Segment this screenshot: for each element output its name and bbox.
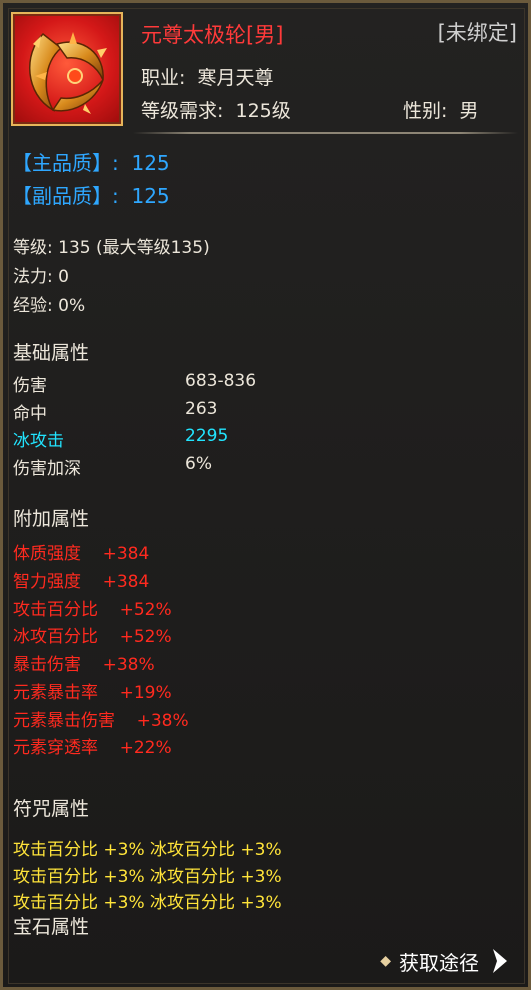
gender-value: 男 (459, 100, 479, 122)
item-level: 等级: 135 (最大等级135) (13, 238, 210, 258)
obtain-path-label: 获取途径 (399, 950, 479, 975)
level-req-row: 等级需求: 125级 (141, 96, 291, 123)
main-quality: 【主品质】: 125 (12, 147, 170, 176)
base-attr-name: 冰攻击 (13, 431, 64, 451)
base-attr-name: 命中 (13, 404, 47, 424)
class-row: 职业: 寒月天尊 (141, 63, 274, 90)
base-attr-name: 伤害加深 (13, 459, 81, 479)
extra-attrs-title: 附加属性 (13, 508, 90, 530)
sub-quality-label: 【副品质】: (12, 184, 119, 208)
gender-row: 性别: 男 (403, 96, 479, 123)
base-attr-name: 伤害 (13, 376, 47, 396)
extra-attr-row: 智力强度 +384 (13, 572, 150, 592)
base-attr-value: 263 (185, 399, 218, 419)
chevron-right-icon (493, 949, 507, 973)
base-attr-value: 683-836 (185, 371, 257, 391)
item-mana: 法力: 0 (13, 267, 69, 287)
rune-attr-row: 攻击百分比 +3% 冰攻百分比 +3% (13, 893, 282, 913)
sub-quality-value: 125 (131, 184, 170, 208)
extra-attr-row: 暴击伤害 +38% (13, 655, 155, 675)
item-icon-slot (11, 12, 123, 126)
item-name: 元尊太极轮[男] (141, 23, 284, 47)
weapon-ring-icon (28, 32, 107, 114)
extra-attr-row: 体质强度 +384 (13, 544, 150, 564)
obtain-path-button[interactable]: ◆ 获取途径 (380, 944, 513, 978)
class-value: 寒月天尊 (197, 67, 274, 89)
base-attrs-title: 基础属性 (13, 342, 90, 364)
gem-attrs-title: 宝石属性 (13, 916, 90, 938)
extra-attr-row: 元素穿透率 +22% (13, 738, 172, 758)
gender-label: 性别: (403, 100, 448, 122)
sub-quality: 【副品质】: 125 (12, 180, 170, 209)
level-req-value: 125级 (235, 100, 291, 122)
header-divider (133, 132, 518, 134)
main-quality-value: 125 (131, 151, 170, 175)
extra-attr-row: 冰攻百分比 +52% (13, 627, 172, 647)
rune-attr-row: 攻击百分比 +3% 冰攻百分比 +3% (13, 840, 282, 860)
main-quality-label: 【主品质】: (12, 151, 119, 175)
item-exp: 经验: 0% (13, 296, 86, 316)
base-attr-value: 2295 (185, 426, 229, 446)
rune-attrs-title: 符咒属性 (13, 798, 90, 820)
diamond-bullet-icon: ◆ (380, 953, 391, 969)
bind-status: [未绑定] (437, 21, 517, 45)
base-attr-value: 6% (185, 454, 212, 474)
rune-attr-row: 攻击百分比 +3% 冰攻百分比 +3% (13, 867, 282, 887)
level-req-label: 等级需求: (141, 100, 224, 122)
extra-attr-row: 元素暴击伤害 +38% (13, 711, 189, 731)
extra-attr-row: 攻击百分比 +52% (13, 600, 172, 620)
class-label: 职业: (141, 67, 186, 89)
extra-attr-row: 元素暴击率 +19% (13, 683, 172, 703)
